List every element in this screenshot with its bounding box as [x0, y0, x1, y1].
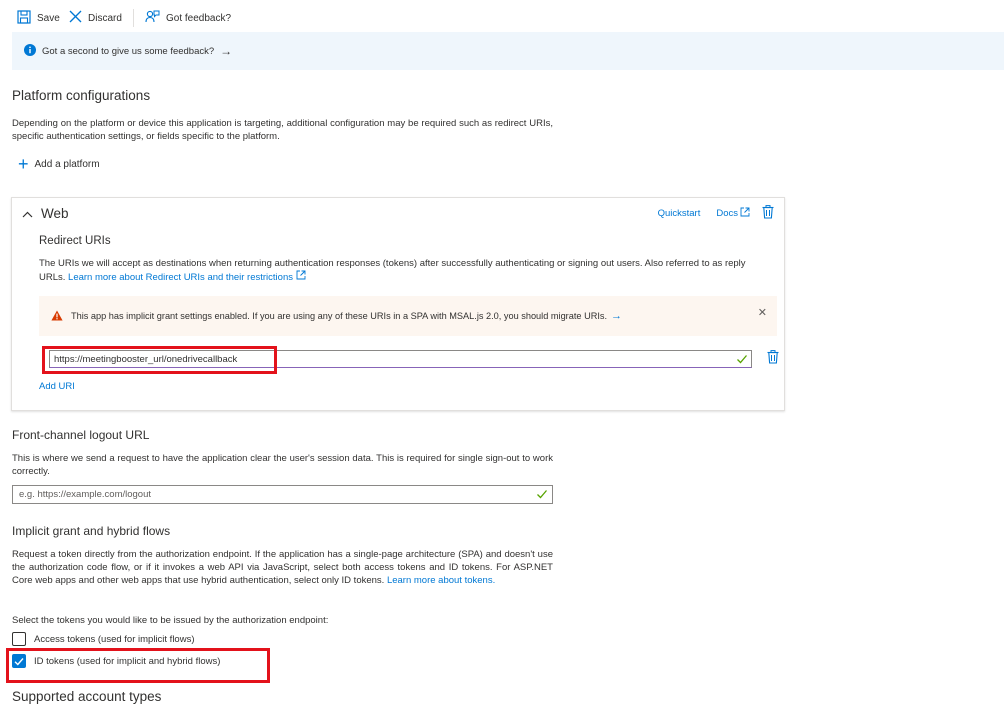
- logout-url-placeholder: e.g. https://example.com/logout: [19, 489, 152, 500]
- save-icon: [17, 9, 37, 27]
- add-platform-button[interactable]: + Add a platform: [18, 154, 100, 174]
- info-icon: [24, 43, 36, 59]
- plus-icon: +: [18, 154, 29, 174]
- access-tokens-label: Access tokens (used for implicit flows): [34, 633, 195, 645]
- implicit-grant-description: Request a token directly from the author…: [12, 548, 553, 587]
- feedback-banner[interactable]: Got a second to give us some feedback? →: [12, 32, 1004, 70]
- redirect-learn-more-link[interactable]: Learn more about Redirect URIs and their…: [68, 270, 306, 283]
- chevron-up-icon[interactable]: [22, 206, 33, 221]
- add-uri-link[interactable]: Add URI: [39, 381, 75, 392]
- toolbar-divider: [133, 9, 134, 27]
- access-tokens-checkbox-box[interactable]: [12, 632, 26, 646]
- trash-icon: [767, 350, 779, 367]
- feedback-label: Got feedback?: [166, 12, 232, 24]
- select-tokens-label: Select the tokens you would like to be i…: [12, 615, 329, 626]
- web-card-actions: Quickstart Docs: [642, 205, 774, 222]
- delete-platform-button[interactable]: [762, 205, 774, 222]
- access-tokens-checkbox[interactable]: Access tokens (used for implicit flows): [12, 632, 195, 646]
- discard-button[interactable]: Discard: [69, 9, 122, 27]
- web-title: Web: [41, 206, 69, 221]
- arrow-right-icon: →: [220, 44, 233, 58]
- banner-text: Got a second to give us some feedback?: [42, 45, 215, 57]
- redirect-uris-description: The URIs we will accept as destinations …: [39, 257, 769, 284]
- redirect-learn-more-label: Learn more about Redirect URIs and their…: [68, 272, 293, 283]
- add-platform-label: Add a platform: [34, 158, 100, 170]
- warning-icon: [51, 310, 63, 323]
- discard-label: Discard: [88, 12, 122, 24]
- checkmark-icon: [536, 488, 548, 503]
- implicit-grant-title: Implicit grant and hybrid flows: [12, 524, 171, 538]
- external-link-icon: [740, 207, 750, 220]
- command-bar: Save Discard Got feedback?: [0, 0, 1004, 34]
- checkmark-icon: [736, 353, 748, 368]
- docs-link[interactable]: Docs: [716, 207, 750, 220]
- feedback-icon: [145, 10, 166, 27]
- save-button[interactable]: Save: [17, 9, 60, 27]
- supported-account-types-title: Supported account types: [12, 689, 162, 704]
- id-tokens-highlight-box: [6, 648, 270, 683]
- tokens-learn-more-link[interactable]: Learn more about tokens.: [387, 575, 495, 586]
- platform-description: Depending on the platform or device this…: [12, 118, 553, 142]
- discard-icon: [69, 10, 88, 26]
- delete-uri-button[interactable]: [767, 350, 779, 367]
- external-link-icon: [296, 270, 306, 283]
- docs-label: Docs: [716, 208, 738, 219]
- migrate-arrow-icon[interactable]: →: [611, 310, 622, 322]
- uri-highlight-box: [42, 346, 277, 374]
- quickstart-link[interactable]: Quickstart: [658, 208, 701, 219]
- redirect-uris-title: Redirect URIs: [39, 235, 111, 247]
- trash-icon: [762, 205, 774, 222]
- web-platform-card: Web Quickstart Docs Redirect URIs The UR…: [11, 197, 785, 411]
- feedback-button[interactable]: Got feedback?: [145, 9, 231, 27]
- implicit-grant-warning: This app has implicit grant settings ena…: [39, 296, 777, 336]
- logout-url-title: Front-channel logout URL: [12, 428, 150, 442]
- redirect-uri-row: https://meetingbooster_url/onedrivecallb…: [39, 346, 779, 374]
- close-icon[interactable]: ✕: [758, 306, 767, 319]
- save-label: Save: [37, 12, 60, 24]
- platform-configurations-title: Platform configurations: [12, 88, 151, 103]
- logout-url-description: This is where we send a request to have …: [12, 453, 553, 477]
- warning-text: This app has implicit grant settings ena…: [71, 311, 608, 321]
- logout-url-input[interactable]: e.g. https://example.com/logout: [12, 485, 553, 504]
- web-card-header[interactable]: Web: [22, 206, 69, 221]
